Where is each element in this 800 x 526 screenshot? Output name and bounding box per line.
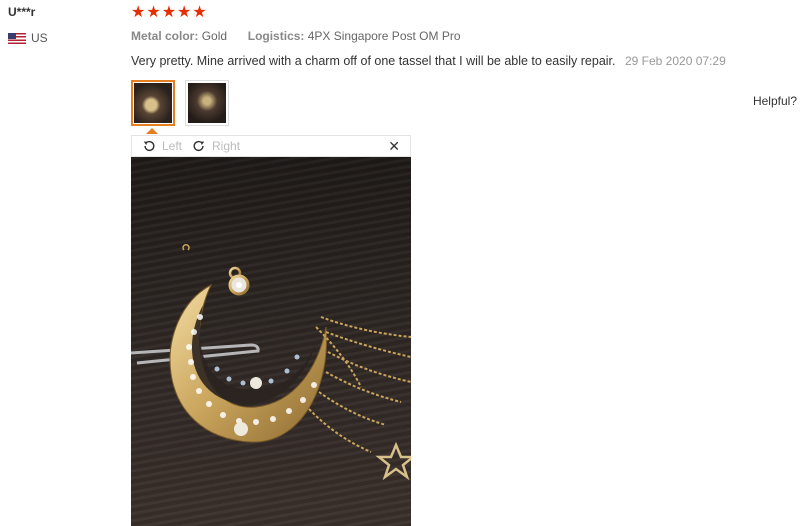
star-icon: ★ xyxy=(161,4,177,21)
metal-color-label: Metal color: xyxy=(131,29,199,43)
logistics-value: 4PX Singapore Post OM Pro xyxy=(307,29,461,43)
rotate-left-button[interactable]: Left xyxy=(142,139,182,153)
star-rating: ★ ★ ★ ★ ★ xyxy=(131,4,207,22)
review-meta: Metal color: Gold Logistics: 4PX Singapo… xyxy=(131,29,461,43)
country-label: US xyxy=(31,31,48,45)
rotate-right-label: Right xyxy=(212,139,241,153)
rotate-left-icon xyxy=(143,140,155,152)
review-photo xyxy=(131,157,411,526)
review-text: Very pretty. Mine arrived with a charm o… xyxy=(131,54,616,68)
star-icon: ★ xyxy=(192,4,207,21)
close-icon[interactable]: ✕ xyxy=(388,138,400,155)
star-icon: ★ xyxy=(177,4,192,21)
logistics-label: Logistics: xyxy=(247,29,305,43)
review-content: Very pretty. Mine arrived with a charm o… xyxy=(131,54,726,68)
reviewer-name: U***r xyxy=(8,5,36,19)
hair-clip-photo xyxy=(131,244,411,481)
review-thumbnail-2[interactable] xyxy=(185,80,229,126)
metal-color-value: Gold xyxy=(201,29,228,43)
star-icon: ★ xyxy=(131,4,146,21)
star-icon: ★ xyxy=(146,4,161,21)
rotate-right-icon xyxy=(193,140,205,152)
review-date: 29 Feb 2020 07:29 xyxy=(624,54,726,68)
rotate-left-label: Left xyxy=(162,139,183,153)
helpful-link[interactable]: Helpful? xyxy=(753,94,797,108)
us-flag-icon xyxy=(8,32,26,44)
review-thumbnail-1[interactable] xyxy=(131,80,175,126)
rotate-right-button[interactable]: Right xyxy=(192,139,240,153)
thumbnail-selection-caret xyxy=(146,128,158,134)
image-viewer-toolbar: Left Right ✕ xyxy=(131,135,411,157)
reviewer-country: US xyxy=(8,31,48,45)
